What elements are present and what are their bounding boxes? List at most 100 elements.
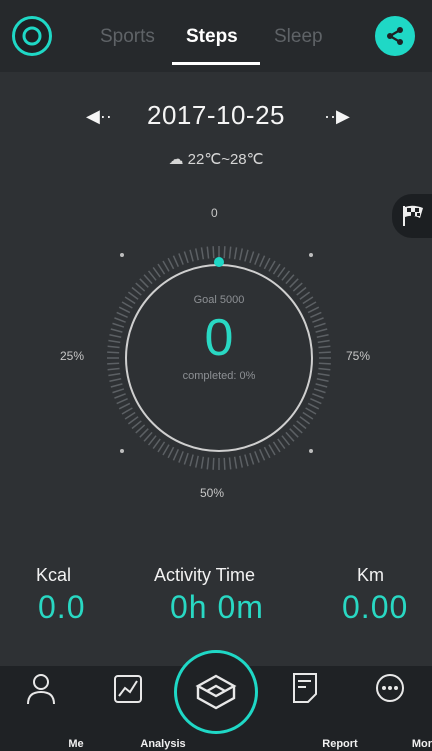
dial-tick [178, 451, 184, 463]
dial-tick [318, 351, 331, 354]
dial-tick [109, 333, 122, 338]
dial-tick [254, 253, 260, 265]
dial-tick [316, 378, 329, 383]
dial-tick [206, 457, 210, 470]
dial-tick [172, 255, 180, 267]
dial-tick [114, 317, 126, 323]
nav-analysis-label: Analysis [140, 738, 186, 750]
dial-tick [249, 452, 255, 465]
power-icon [22, 26, 42, 46]
dial-tick [194, 455, 199, 468]
km-value: 0.00 [342, 589, 409, 625]
weather-row: ☁ 22℃~28℃ [0, 150, 432, 168]
dial-tick [305, 407, 317, 415]
dial-tick [152, 266, 161, 278]
dial-tick [239, 248, 244, 261]
dial-tick [212, 457, 215, 470]
tab-sports[interactable]: Sports [100, 26, 155, 48]
dial-tick [162, 260, 170, 272]
dial-tick [121, 407, 133, 415]
dial-tick [249, 251, 255, 264]
activity-label: Activity Time [154, 565, 256, 585]
dial-dot [120, 449, 124, 453]
dial-tick [157, 263, 166, 275]
dial-tick [281, 270, 291, 281]
dial-dot [120, 253, 124, 257]
weather-text: 22℃~28℃ [187, 151, 264, 168]
dial-tick [310, 397, 322, 405]
cube-icon [195, 674, 237, 710]
dial-tick [277, 438, 286, 450]
sync-button[interactable] [174, 650, 258, 734]
share-icon [387, 27, 403, 45]
completed-text: completed: 0% [182, 370, 256, 382]
dial-tick [296, 420, 307, 430]
dial-tick [107, 367, 120, 371]
dial-tick [315, 383, 328, 388]
dial-tick [200, 456, 205, 469]
dial-tick [157, 441, 166, 453]
dial-tick [107, 351, 120, 354]
dial-tick [147, 270, 157, 281]
date-text: 2017-10-25 [147, 100, 285, 130]
goal-text: Goal 5000 [193, 294, 245, 306]
dial-tick [312, 393, 324, 399]
power-button[interactable] [12, 16, 52, 56]
tab-sleep[interactable]: Sleep [274, 26, 323, 48]
dial-tick [285, 431, 295, 442]
activity-value: 0h 0m [170, 589, 264, 625]
dial-tick [116, 397, 128, 405]
dial-tick [299, 416, 311, 425]
dial-tick [139, 428, 149, 438]
dial-tick [268, 260, 276, 272]
dial-tick [110, 328, 123, 333]
dial-tick [127, 416, 139, 425]
dial-tick [131, 420, 142, 430]
marker-0: 0 [211, 206, 218, 220]
arrow-right-icon[interactable]: ··▶ [324, 106, 350, 127]
dial-tick [206, 246, 210, 259]
dial-tick [189, 454, 194, 467]
marker-75: 75% [346, 349, 371, 363]
nav-report[interactable]: Report [270, 666, 358, 750]
dial-tick [244, 249, 249, 262]
dial-tick [307, 402, 320, 410]
dial-tick [289, 278, 299, 288]
chart-icon [114, 675, 142, 703]
dial-tick [135, 282, 146, 292]
dial-tick [244, 454, 249, 467]
cloud-icon: ☁ [168, 151, 184, 168]
dial-tick [302, 411, 314, 420]
share-button[interactable] [375, 16, 415, 56]
kcal-value: 0.0 [38, 589, 86, 625]
dial-tick [281, 435, 291, 446]
dial-tick [317, 372, 330, 377]
dial-tick [147, 435, 157, 446]
dial-tick [178, 253, 184, 265]
top-bar: Sports Steps Sleep [0, 0, 432, 72]
dial-tick [108, 372, 121, 377]
dial-tick [318, 367, 331, 371]
dial-tick [135, 424, 146, 434]
dial-tick [212, 246, 215, 259]
dial-dot [309, 253, 313, 257]
nav-analysis[interactable]: Analysis [93, 666, 186, 750]
dial-tick [223, 457, 226, 470]
tab-steps[interactable]: Steps [186, 26, 238, 48]
dial-tick [233, 456, 238, 469]
dial-tick [313, 388, 326, 394]
nav-more-label: More [411, 738, 432, 750]
nav-me[interactable]: Me [6, 666, 84, 750]
dial-tick [152, 438, 161, 450]
progress-marker [214, 257, 224, 267]
nav-more[interactable]: More [355, 666, 432, 750]
more-icon [376, 674, 404, 702]
dial-tick [233, 247, 238, 260]
dial-dot [309, 449, 313, 453]
dial-tick [258, 449, 266, 461]
dial-tick [139, 278, 149, 288]
dial-tick [316, 333, 329, 338]
dial-tick [272, 441, 281, 453]
dial-tick [318, 362, 331, 365]
dial-tick [167, 257, 175, 270]
